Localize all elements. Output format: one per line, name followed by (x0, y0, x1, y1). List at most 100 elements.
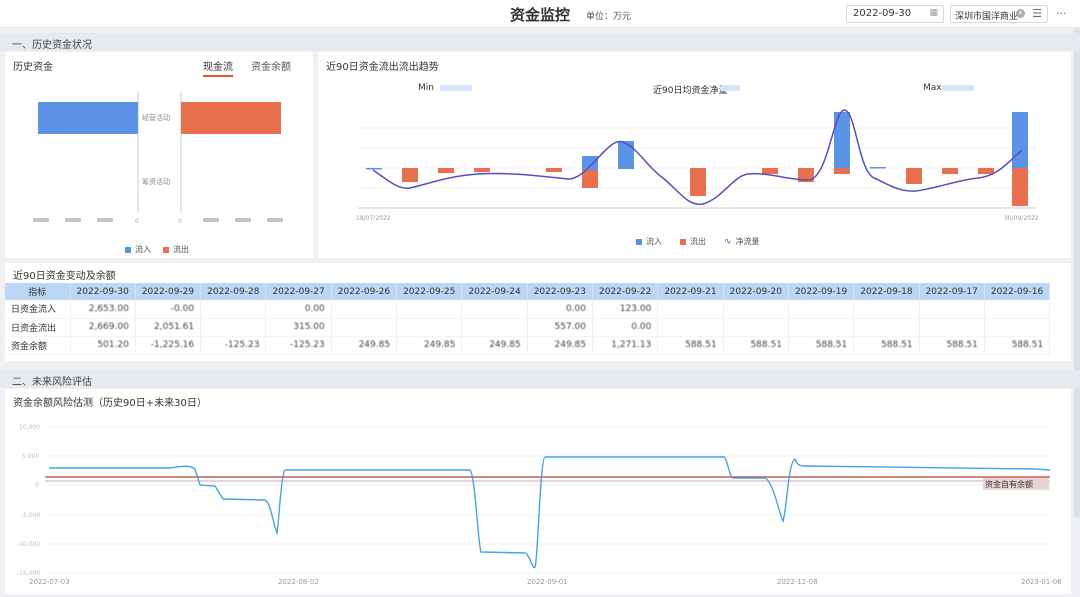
legend-netflow: 净流量 (735, 237, 760, 246)
legend-swatch-inflow (636, 238, 642, 245)
table-cell (461, 318, 528, 337)
x-end-label: 30/09/2022 (1004, 215, 1039, 222)
table-cell: 249.85 (527, 336, 594, 355)
more-button[interactable]: ··· (1056, 7, 1067, 20)
table-cell: 501.20 (70, 336, 136, 355)
row-label: 资金余额 (5, 336, 71, 355)
col-header-date: 2022-09-21 (657, 283, 724, 300)
bar-out (438, 168, 454, 173)
x-tick: 2022-12-08 (777, 578, 818, 586)
trend-legend: 流入 流出 ∿ 净流量 (636, 236, 760, 247)
table-cell: 2,653.00 (70, 300, 136, 319)
table-cell: 2,051.61 (135, 318, 202, 337)
table-cell (396, 318, 463, 337)
tick-blur (235, 218, 251, 222)
legend-swatch-outflow (163, 246, 169, 253)
bar-out (474, 168, 490, 172)
table-cell: 0.00 (592, 318, 659, 337)
table-cell (919, 318, 985, 337)
row-label: 日资金流入 (5, 300, 71, 319)
risk-x-ticks: 2022-07-03 2022-08-02 2022-09-01 2022-12… (29, 578, 1062, 586)
table-row: 资金余额 501.20 -1,225.16 -125.23 -125.23 249.85 2… (5, 336, 1051, 355)
y-tick: 10,000 (19, 424, 40, 431)
y-tick: 5,000 (22, 453, 39, 460)
y-tick: -5,000 (21, 512, 41, 519)
tick-blur (267, 218, 283, 222)
col-header-date: 2022-09-22 (592, 283, 659, 300)
top-bar: 资金监控 单位：万元 2022-09-30 ▦ 深圳市国洋商业 × ☰ ··· (0, 0, 1080, 28)
bar-out (834, 168, 850, 174)
tick-blur (203, 218, 219, 222)
tick-blur (97, 218, 113, 222)
unit-label: 单位：万元 (586, 12, 632, 22)
org-select[interactable]: 深圳市国洋商业 × ☰ (950, 5, 1048, 23)
table-cell (657, 318, 724, 337)
netflow-line-icon: ∿ (724, 236, 732, 247)
col-header-date: 2022-09-20 (723, 283, 789, 300)
legend-outflow: 流出 (173, 245, 189, 254)
col-header-date: 2022-09-25 (396, 283, 463, 300)
table-cell (723, 318, 789, 337)
threshold-label: 资金自有余额 (985, 479, 1033, 489)
table-cell: 588.51 (984, 336, 1051, 355)
table-cell (200, 300, 267, 319)
category-financing: 筹资活动 (142, 177, 170, 186)
calendar-icon[interactable]: ▦ (929, 8, 938, 18)
table-panel: 近90日资金变动及余额 指标 2022-09-30 2022-09-29 2022-… (5, 263, 1071, 361)
bar-out (978, 168, 994, 174)
bar-outflow-operating (181, 102, 281, 134)
x-tick: 2022-08-02 (278, 578, 319, 586)
history-x-ticks: 0 0 (33, 218, 283, 225)
table-cell: 0.00 (265, 300, 332, 319)
legend-swatch-outflow (680, 238, 686, 245)
risk-y-ticks: 10,000 5,000 0 -5,000 -10,000 -15,000 (17, 424, 41, 577)
menu-icon[interactable]: ☰ (1032, 7, 1042, 20)
trend-chart: 18/07/2022 30/09/2022 (356, 85, 1039, 222)
table-cell (788, 300, 855, 319)
table-cell: 588.51 (919, 336, 985, 355)
col-header-date: 2022-09-29 (135, 283, 202, 300)
table-cell: 249.85 (396, 336, 463, 355)
date-value: 2022-09-30 (853, 8, 912, 19)
table-cell (723, 300, 789, 319)
col-header-date: 2022-09-28 (200, 283, 267, 300)
x-tick: 2023-01-06 (1021, 578, 1062, 586)
section-history-header: 一、历史资金状况 (0, 33, 1080, 51)
avg-value-blur (720, 85, 740, 91)
risk-panel: 资金余额风险估测（历史90日+未来30日） 10,000 5,000 0 -5,… (5, 389, 1071, 594)
tick-zero-right: 0 (178, 218, 182, 225)
y-tick: -10,000 (17, 541, 40, 548)
date-picker[interactable]: 2022-09-30 ▦ (846, 5, 944, 23)
x-tick: 2022-09-01 (527, 578, 568, 586)
table-cell (200, 318, 267, 337)
clear-icon[interactable]: × (1016, 9, 1025, 18)
scrollbar[interactable] (1074, 28, 1080, 518)
col-header-date: 2022-09-23 (527, 283, 594, 300)
balance-table: 指标 2022-09-30 2022-09-29 2022-09-28 2022-09… (5, 283, 1051, 355)
table-cell: 588.51 (788, 336, 855, 355)
org-value: 深圳市国洋商业 (955, 12, 1019, 22)
bar-in (1012, 112, 1028, 168)
bar-out (546, 168, 562, 172)
table-cell: 315.00 (265, 318, 332, 337)
col-header-date: 2022-09-24 (461, 283, 528, 300)
table-header-row: 指标 2022-09-30 2022-09-29 2022-09-28 2022-09… (5, 283, 1051, 300)
page-title: 资金监控 (510, 6, 571, 24)
col-header-date: 2022-09-26 (331, 283, 398, 300)
col-header-date: 2022-09-30 (70, 283, 136, 300)
table-cell: 1,271.13 (592, 336, 659, 355)
bar-out (942, 168, 958, 174)
table-cell (984, 300, 1051, 319)
tick-blur (33, 218, 49, 222)
min-value-blur (440, 85, 472, 91)
legend-outflow: 流出 (690, 237, 706, 246)
col-header-date: 2022-09-19 (788, 283, 855, 300)
trend-bars (366, 112, 1028, 206)
col-header-date: 2022-09-17 (919, 283, 985, 300)
x-tick: 2022-07-03 (29, 578, 70, 586)
risk-gridlines (45, 426, 1050, 574)
table-cell: 2,669.00 (70, 318, 136, 337)
table-cell (984, 318, 1051, 337)
table-cell: -125.23 (200, 336, 267, 355)
max-value-blur (942, 85, 974, 91)
